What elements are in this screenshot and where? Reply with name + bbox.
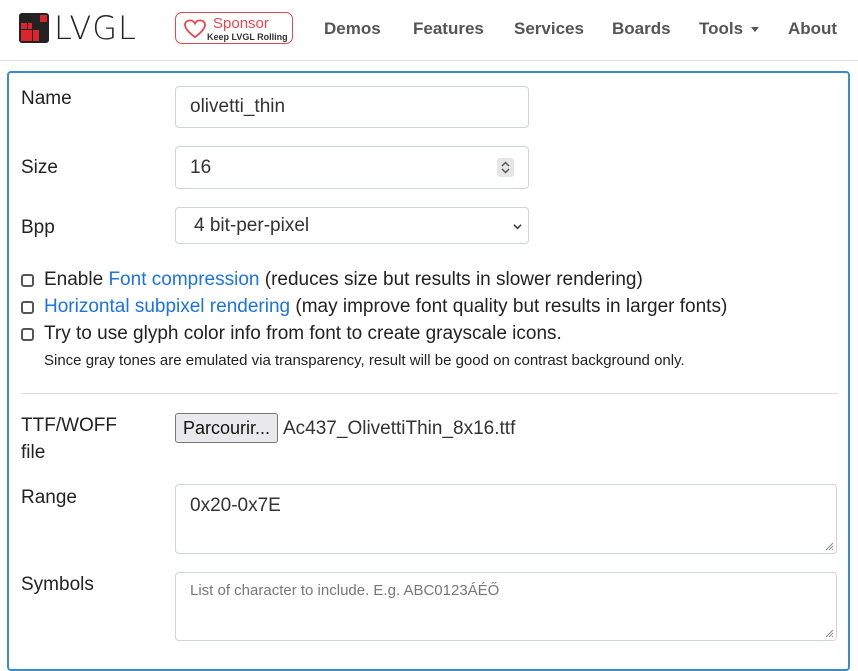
divider	[21, 393, 838, 394]
glyph-color-checkbox[interactable]	[21, 327, 34, 341]
range-label: Range	[21, 487, 77, 508]
bpp-select[interactable]: 4 bit-per-pixel	[175, 207, 529, 244]
opt3-text: Try to use glyph color info from font to…	[44, 323, 562, 344]
file-label-line1: TTF/WOFF	[21, 415, 118, 436]
font-compression-link[interactable]: Font compression	[108, 268, 259, 292]
symbols-textarea[interactable]: List of character to include. E.g. ABC01…	[175, 572, 837, 641]
brand-name: LVGL	[54, 9, 137, 47]
sponsor-button[interactable]: Sponsor Keep LVGL Rolling	[175, 12, 293, 44]
selected-file-name: Ac437_OlivettiThin_8x16.ttf	[283, 418, 516, 439]
sponsor-title: Sponsor	[213, 15, 269, 32]
nav-features[interactable]: Features	[413, 19, 484, 39]
option-glyph-color: Try to use glyph color info from font to…	[21, 322, 562, 346]
opt1-suffix: (reduces size but results in slower rend…	[259, 269, 643, 290]
sponsor-subtitle: Keep LVGL Rolling	[207, 32, 288, 42]
size-label: Size	[21, 157, 58, 178]
top-navbar: LVGL Sponsor Keep LVGL Rolling Demos Fea…	[0, 0, 858, 61]
symbols-placeholder: List of character to include. E.g. ABC01…	[190, 582, 500, 599]
resize-grip-icon[interactable]	[824, 628, 834, 638]
nav-services[interactable]: Services	[514, 19, 584, 39]
resize-grip-icon[interactable]	[824, 541, 834, 551]
grayscale-note: Since gray tones are emulated via transp…	[44, 352, 685, 369]
size-input[interactable]: 16	[175, 146, 529, 189]
nav-demos[interactable]: Demos	[324, 19, 381, 39]
range-value: 0x20-0x7E	[190, 495, 281, 516]
nav-tools-label: Tools	[699, 19, 744, 38]
nav-about[interactable]: About	[788, 19, 837, 39]
option-font-compression: Enable Font compression (reduces size bu…	[21, 268, 643, 292]
nav-tools[interactable]: Tools	[699, 19, 760, 39]
symbols-label: Symbols	[21, 574, 94, 595]
lvgl-logo-icon	[19, 13, 49, 43]
subpixel-rendering-link[interactable]: Horizontal subpixel rendering	[44, 295, 290, 319]
browse-file-button[interactable]: Parcourir...	[175, 413, 278, 443]
lvgl-logo[interactable]: LVGL	[19, 12, 137, 44]
bpp-label: Bpp	[21, 217, 55, 238]
nav-boards[interactable]: Boards	[612, 19, 671, 39]
chevron-down-icon	[513, 224, 522, 230]
font-compression-checkbox[interactable]	[21, 273, 34, 287]
subpixel-checkbox[interactable]	[21, 300, 34, 314]
heart-icon	[184, 19, 206, 39]
size-input-value: 16	[190, 156, 212, 178]
caret-down-icon	[751, 27, 760, 33]
opt2-suffix: (may improve font quality but results in…	[290, 296, 728, 317]
name-input-value: olivetti_thin	[190, 96, 286, 117]
file-label-line2: file	[21, 442, 46, 463]
option-subpixel: Horizontal subpixel rendering (may impro…	[21, 295, 727, 319]
name-input[interactable]: olivetti_thin	[175, 86, 529, 128]
bpp-select-value: 4 bit-per-pixel	[194, 214, 310, 236]
number-spinner[interactable]	[497, 158, 514, 177]
spinner-arrows-icon	[501, 161, 510, 174]
name-label: Name	[21, 88, 72, 109]
range-textarea[interactable]: 0x20-0x7E	[175, 484, 837, 554]
opt1-prefix: Enable	[44, 269, 109, 290]
